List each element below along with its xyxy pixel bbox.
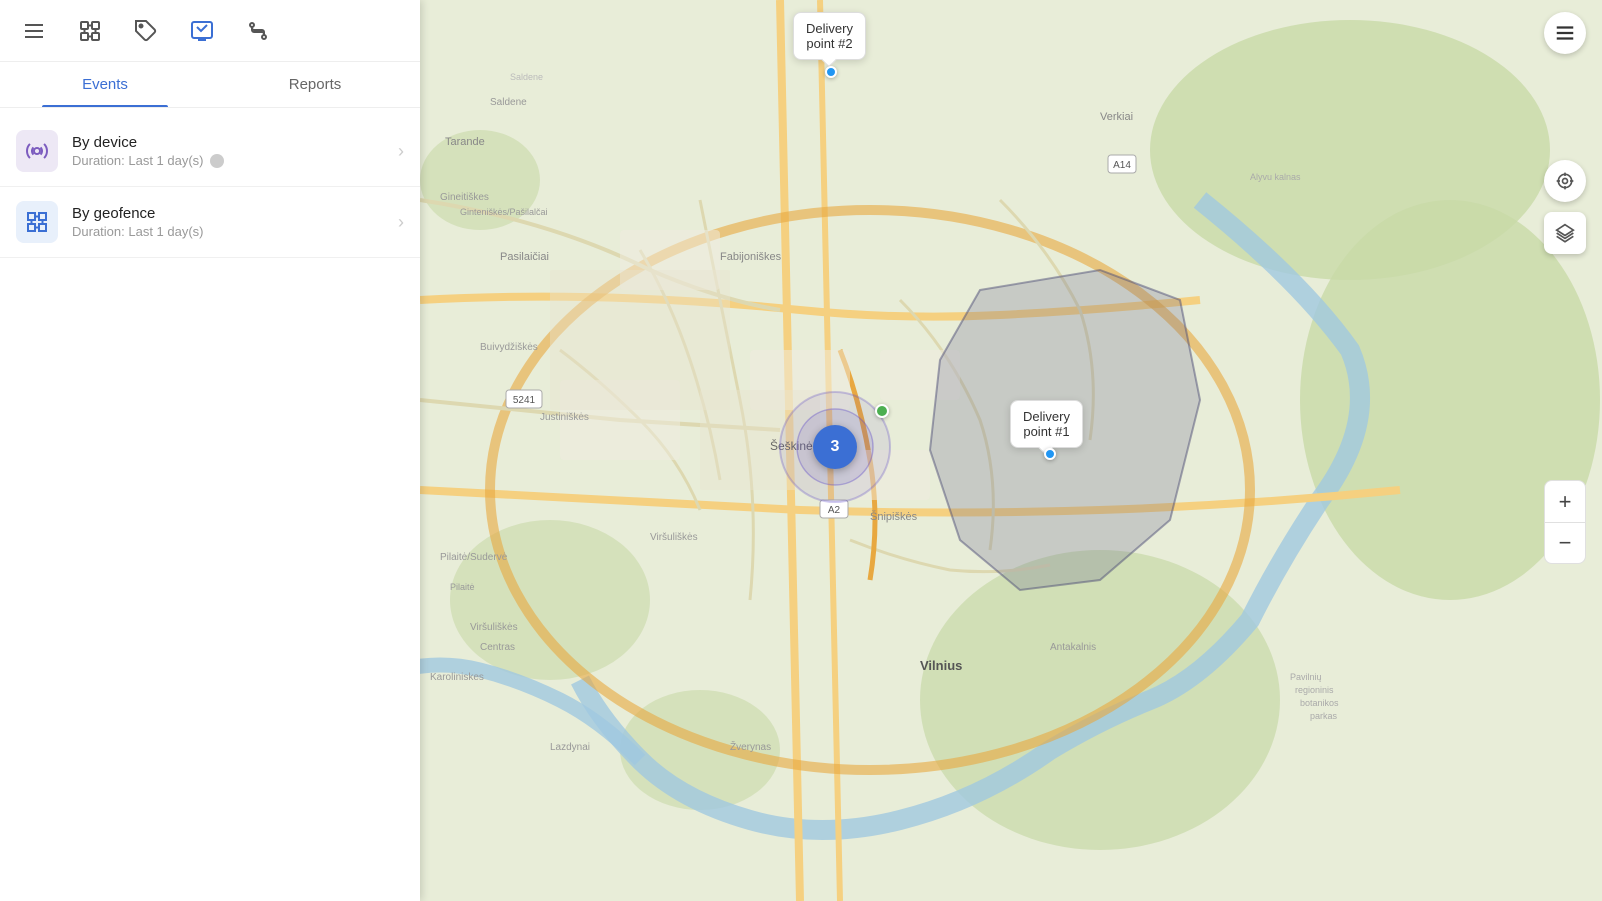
- svg-text:regioninis: regioninis: [1295, 685, 1334, 695]
- svg-text:Pasilaičiai: Pasilaičiai: [500, 251, 549, 263]
- by-device-text: By device Duration: Last 1 day(s): [72, 134, 384, 168]
- delivery-point-1-tooltip: Delivery point #1: [1010, 400, 1083, 448]
- svg-text:Fabijoniškes: Fabijoniškes: [720, 251, 782, 263]
- svg-text:Gineitiškes: Gineitiškes: [440, 192, 489, 203]
- by-device-item[interactable]: By device Duration: Last 1 day(s) ›: [0, 116, 420, 187]
- svg-text:Viršuliškės: Viršuliškės: [470, 622, 518, 633]
- svg-text:Justiniškės: Justiniškės: [540, 412, 589, 423]
- by-geofence-item[interactable]: By geofence Duration: Last 1 day(s) ›: [0, 187, 420, 258]
- svg-text:botanikos: botanikos: [1300, 698, 1339, 708]
- svg-text:Viršuliškės: Viršuliškės: [650, 532, 698, 543]
- svg-text:Vilnius: Vilnius: [920, 658, 962, 673]
- layers-button[interactable]: [1544, 212, 1586, 254]
- svg-text:A2: A2: [828, 505, 841, 516]
- menu-list: By device Duration: Last 1 day(s) ›: [0, 108, 420, 901]
- svg-text:Saldene: Saldene: [510, 72, 543, 82]
- by-geofence-icon: [16, 201, 58, 243]
- active-vehicle-dot: [875, 404, 889, 418]
- svg-text:Antakalnis: Antakalnis: [1050, 642, 1096, 653]
- svg-text:5241: 5241: [513, 395, 536, 406]
- tabs: Events Reports: [0, 62, 420, 108]
- resize-icon[interactable]: [72, 13, 108, 49]
- sidebar: Events Reports By device Duration: Last …: [0, 0, 420, 901]
- svg-text:Tarande: Tarande: [445, 136, 485, 148]
- tag-icon[interactable]: [128, 13, 164, 49]
- cluster-marker[interactable]: 3: [813, 425, 857, 469]
- svg-text:Pilaitė: Pilaitė: [450, 582, 475, 592]
- svg-text:Pilaitė/Sudervė: Pilaitė/Sudervė: [440, 552, 508, 563]
- chevron-right-icon: ›: [398, 141, 404, 162]
- delivery-point-2-dot[interactable]: [825, 66, 837, 78]
- by-geofence-title: By geofence: [72, 205, 384, 222]
- by-geofence-subtitle: Duration: Last 1 day(s): [72, 224, 384, 239]
- by-device-title: By device: [72, 134, 384, 151]
- svg-text:Karoliniskes: Karoliniskes: [430, 672, 484, 683]
- svg-text:Verkiai: Verkiai: [1100, 111, 1133, 123]
- toolbar: [0, 0, 420, 62]
- delivery-point-1-dot[interactable]: [1044, 448, 1056, 460]
- svg-text:A14: A14: [1113, 160, 1131, 171]
- zoom-out-button[interactable]: −: [1544, 522, 1586, 564]
- svg-text:Alyvu kalnas: Alyvu kalnas: [1250, 172, 1301, 182]
- locate-button[interactable]: [1544, 160, 1586, 202]
- hamburger-menu-icon[interactable]: [16, 13, 52, 49]
- tab-events[interactable]: Events: [0, 62, 210, 107]
- svg-text:Pavilnių: Pavilnių: [1290, 672, 1322, 682]
- delivery-point-2-tooltip: Delivery point #2: [793, 12, 866, 60]
- tab-reports[interactable]: Reports: [210, 62, 420, 107]
- svg-text:Žverynas: Žverynas: [730, 740, 771, 753]
- svg-text:Saldene: Saldene: [490, 97, 527, 108]
- svg-text:Ginteniškės/Pašilalčai: Ginteniškės/Pašilalčai: [460, 207, 548, 217]
- svg-text:parkas: parkas: [1310, 711, 1338, 721]
- by-device-subtitle: Duration: Last 1 day(s): [72, 153, 384, 168]
- svg-text:Buivydžiškės: Buivydžiškės: [480, 342, 538, 353]
- navigation-icon[interactable]: [184, 13, 220, 49]
- svg-text:Lazdynai: Lazdynai: [550, 742, 590, 753]
- route-icon[interactable]: [240, 13, 276, 49]
- loading-spinner: [210, 154, 224, 168]
- chevron-right-2-icon: ›: [398, 212, 404, 233]
- top-right-menu-button[interactable]: [1544, 12, 1586, 54]
- zoom-in-button[interactable]: +: [1544, 480, 1586, 522]
- by-geofence-text: By geofence Duration: Last 1 day(s): [72, 205, 384, 239]
- by-device-icon: [16, 130, 58, 172]
- svg-text:Centras: Centras: [480, 642, 515, 653]
- svg-text:Šnipiškės: Šnipiškės: [870, 510, 918, 523]
